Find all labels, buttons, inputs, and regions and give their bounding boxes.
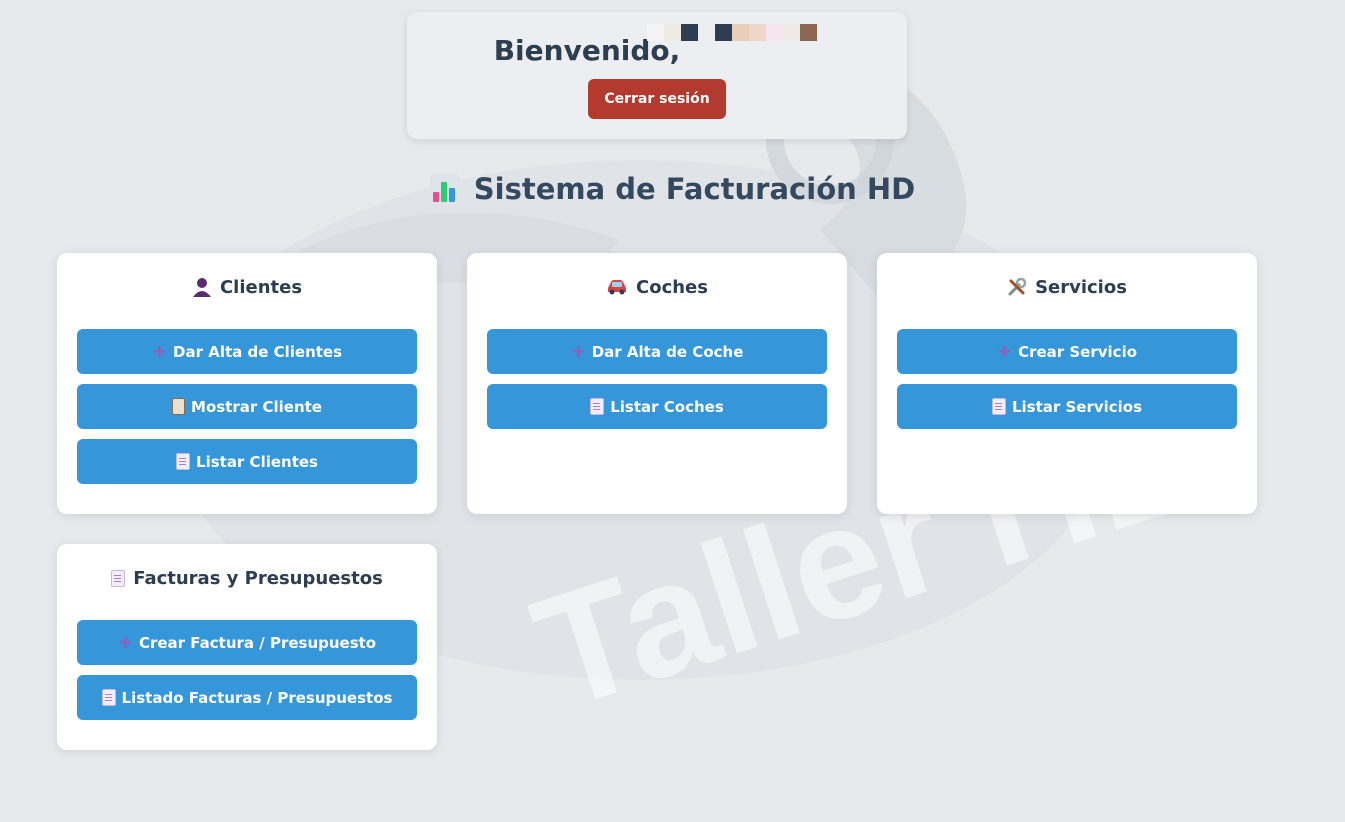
crear-servicio-button[interactable]: + Crear Servicio — [897, 329, 1237, 374]
dar-alta-coche-button[interactable]: + Dar Alta de Coche — [487, 329, 827, 374]
tools-icon — [1008, 277, 1027, 296]
mostrar-cliente-button[interactable]: Mostrar Cliente — [77, 384, 417, 429]
page-title: Sistema de Facturación HD — [473, 172, 916, 206]
button-label: Listar Coches — [610, 397, 724, 416]
servicios-card: Servicios + Crear Servicio Listar Servic… — [877, 253, 1257, 514]
button-label: Dar Alta de Coche — [591, 342, 744, 361]
plus-icon: + — [117, 632, 133, 653]
listado-facturas-button[interactable]: Listado Facturas / Presupuestos — [77, 675, 417, 720]
welcome-card: Bienvenido, Cerrar sesión — [407, 12, 907, 139]
coches-title-text: Coches — [636, 276, 708, 298]
clipboard-icon — [172, 398, 186, 415]
document-icon — [590, 398, 605, 415]
dar-alta-clientes-button[interactable]: + Dar Alta de Clientes — [77, 329, 417, 374]
clientes-card-title: Clientes — [57, 275, 437, 299]
bar-chart-icon — [429, 174, 460, 204]
car-icon — [608, 280, 626, 295]
button-label: Listar Servicios — [1011, 397, 1143, 416]
clientes-card: Clientes + Dar Alta de Clientes Mostrar … — [57, 253, 437, 514]
user-name-redacted — [647, 18, 837, 46]
facturas-card: Facturas y Presupuestos + Crear Factura … — [57, 544, 437, 750]
listar-clientes-button[interactable]: Listar Clientes — [77, 439, 417, 484]
button-label: Dar Alta de Clientes — [173, 342, 343, 361]
coches-card-title: Coches — [467, 275, 847, 299]
plus-icon: + — [570, 341, 586, 362]
document-icon — [176, 453, 191, 470]
listar-servicios-button[interactable]: Listar Servicios — [897, 384, 1237, 429]
facturas-title-text: Facturas y Presupuestos — [133, 567, 383, 589]
plus-icon: + — [151, 341, 168, 362]
person-icon — [192, 278, 211, 297]
button-label: Crear Servicio — [1018, 342, 1138, 361]
clientes-title-text: Clientes — [219, 276, 303, 298]
servicios-title-text: Servicios — [1035, 276, 1127, 298]
document-icon — [101, 689, 116, 706]
logout-button[interactable]: Cerrar sesión — [588, 79, 726, 119]
button-label: Crear Factura / Presupuesto — [138, 633, 377, 652]
listar-coches-button[interactable]: Listar Coches — [487, 384, 827, 429]
servicios-card-title: Servicios — [877, 275, 1257, 299]
crear-factura-button[interactable]: + Crear Factura / Presupuesto — [77, 620, 417, 665]
button-label: Mostrar Cliente — [191, 397, 322, 416]
plus-icon: + — [996, 341, 1013, 362]
document-icon — [991, 398, 1006, 415]
coches-card: Coches + Dar Alta de Coche Listar Coches — [467, 253, 847, 514]
facturas-card-title: Facturas y Presupuestos — [57, 566, 437, 590]
page-title-row: Sistema de Facturación HD — [0, 172, 1345, 206]
document-icon — [111, 569, 126, 587]
button-label: Listar Clientes — [196, 452, 318, 471]
button-label: Listado Facturas / Presupuestos — [121, 688, 393, 707]
